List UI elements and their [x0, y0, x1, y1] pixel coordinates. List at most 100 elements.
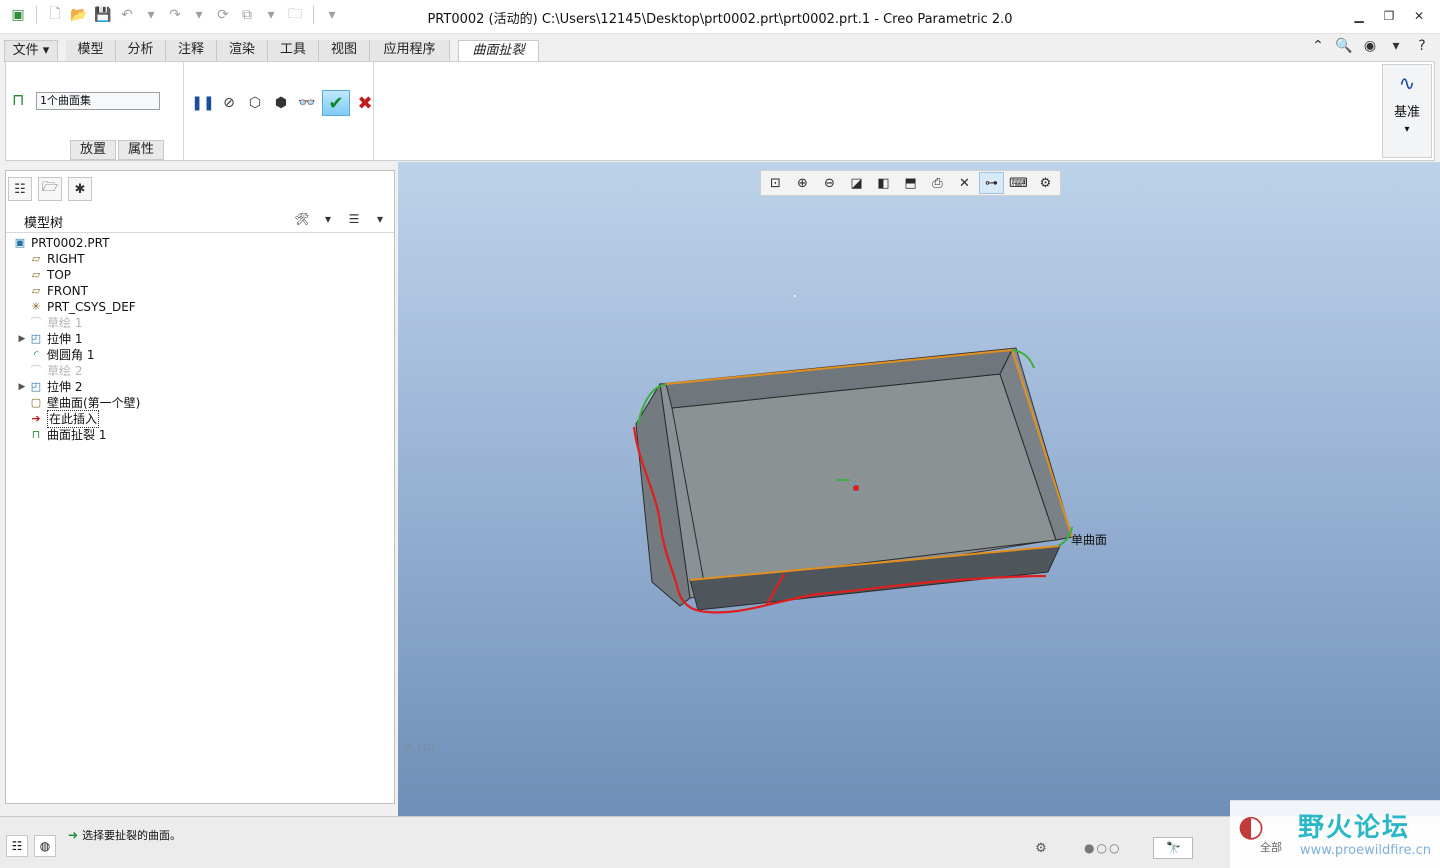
subtab-placement[interactable]: 放置 [70, 140, 116, 160]
tree-node-top[interactable]: ▱ TOP [12, 267, 392, 283]
tree-settings-dropdown-icon[interactable]: ▾ [318, 210, 338, 228]
sketch-icon: ⌒ [30, 364, 42, 377]
title-bar: ▣ 🗋 📂 💾 ↶ ▾ ↷ ▾ ⟳ ⧉ ▾ 🗀 ▾ PRT0002 (活动的) … [0, 0, 1440, 34]
model-tree-header: 模型树 🛠 ▾ ☰ ▾ [6, 207, 394, 233]
tree-node-label: PRT0002.PRT [31, 236, 110, 250]
tree-node-right[interactable]: ▱ RIGHT [12, 251, 392, 267]
tab-analysis[interactable]: 分析 [116, 40, 166, 62]
regen-status-icon[interactable]: ⚙ [1030, 838, 1052, 858]
tree-node-insert-here[interactable]: ➔ 在此插入 [12, 410, 392, 428]
model-geometry[interactable] [398, 162, 1440, 816]
tree-node-round-1[interactable]: ◜ 倒圆角 1 [12, 347, 392, 363]
tab-file[interactable]: 文件 ▾ [4, 40, 58, 62]
status-bar: ☷ ◍ ➜ 选择要扯裂的曲面。 ⚙ ●○○ 🔭 [0, 816, 1440, 868]
community-icon[interactable]: ◉ [1360, 36, 1380, 56]
coordinate-system-icon: ✳ [31, 300, 41, 313]
attached-preview-icon[interactable]: ⬡ [244, 92, 266, 114]
tree-node-label: 拉伸 1 [47, 332, 83, 346]
extrude-icon: ◰ [30, 380, 42, 393]
tree-settings-icon[interactable]: 🛠 [292, 210, 312, 228]
status-left-tools: ☷ ◍ [6, 835, 56, 857]
filter-label: 全部 [1260, 841, 1282, 854]
message-area: ➜ 选择要扯裂的曲面。 [68, 827, 181, 843]
round-icon: ◜ [33, 348, 39, 361]
tree-node-sketch-2[interactable]: ⌒ 草绘 2 [12, 363, 392, 379]
references-group: ⊓ 1个曲面集 放置 属性 [6, 62, 184, 160]
tree-node-sketch-1[interactable]: ⌒ 草绘 1 [12, 315, 392, 331]
datum-button[interactable]: ∿ 基准 ▾ [1382, 64, 1432, 158]
pause-icon[interactable]: ❚❚ [191, 92, 214, 114]
wall-surface-icon: ▢ [30, 396, 42, 409]
find-binoculars-icon[interactable]: 🔭 [1153, 837, 1194, 859]
tab-annotate[interactable]: 注释 [166, 40, 217, 62]
tree-node-label: 壁曲面(第一个壁) [47, 396, 141, 410]
subtab-properties[interactable]: 属性 [118, 140, 164, 160]
forum-url: www.proewildfire.cn [1300, 843, 1431, 858]
tab-model[interactable]: 模型 [66, 40, 116, 62]
tree-columns-dropdown-icon[interactable]: ▾ [370, 210, 390, 228]
tree-node-label: TOP [47, 268, 72, 282]
tree-node-csys[interactable]: ✳ PRT_CSYS_DEF [12, 299, 392, 315]
tree-node-label: 曲面扯裂 1 [47, 428, 107, 442]
model-tree: ▣ PRT0002.PRT ▱ RIGHT ▱ TOP ▱ FRONT ✳ PRT_CSY… [12, 235, 392, 443]
detached-preview-icon[interactable]: ⬢ [270, 92, 292, 114]
dashboard-tools: ❚❚ ⊘ ⬡ ⬢ 👓 ✔ ✖ [191, 90, 376, 116]
tree-node-label: 草绘 1 [47, 316, 83, 330]
search-icon[interactable]: 🔍 [1334, 36, 1354, 56]
collapse-ribbon-icon[interactable]: ⌃ [1308, 36, 1328, 56]
insert-arrow-icon: ➔ [31, 412, 41, 425]
tree-node-label: 在此插入 [47, 410, 100, 428]
window-title: PRT0002 (活动的) C:\Users\12145\Desktop\prt… [427, 12, 1013, 27]
control-group: ❚❚ ⊘ ⬡ ⬢ 👓 ✔ ✖ [184, 62, 374, 160]
tab-tools[interactable]: 工具 [268, 40, 319, 62]
tab-view[interactable]: 视图 [319, 40, 370, 62]
navigator-toggle-icon[interactable]: ☷ [6, 835, 28, 857]
datum-dropdown-icon[interactable]: ▾ [1383, 124, 1431, 135]
surface-collector-icon: ⊓ [12, 90, 25, 109]
tree-node-front[interactable]: ▱ FRONT [12, 283, 392, 299]
tree-columns-icon[interactable]: ☰ [344, 210, 364, 228]
window-controls: ▁ ❐ ✕ [1348, 6, 1430, 26]
graphics-viewport[interactable]: ⊡ ⊕ ⊖ ◪ ◧ ⬒ ⎙ ✕ ⊶ ⌨ ⚙ 单曲面 选 FRT [398, 162, 1440, 816]
spin-center-dot [794, 295, 796, 297]
datum-plane-icon: ▱ [31, 284, 41, 297]
tab-applications[interactable]: 应用程序 [370, 40, 450, 62]
checkmark-icon[interactable]: ✔ [322, 90, 350, 116]
status-message: 选择要扯裂的曲面。 [82, 829, 182, 842]
tree-node-label: RIGHT [47, 252, 85, 266]
tree-node-label: 拉伸 2 [47, 380, 83, 394]
verify-preview-icon[interactable]: 👓 [296, 92, 318, 114]
tree-node-surface-rip[interactable]: ⊓ 曲面扯裂 1 [12, 427, 392, 443]
restore-icon[interactable]: ❐ [1378, 6, 1400, 26]
part-icon: ▣ [14, 236, 26, 249]
no-preview-icon[interactable]: ⊘ [218, 92, 240, 114]
favorites-tab-icon[interactable]: ✱ [68, 177, 92, 201]
surface-rip-icon: ⊓ [31, 428, 41, 441]
tab-render[interactable]: 渲染 [217, 40, 268, 62]
community-dropdown-icon[interactable]: ▾ [1386, 36, 1406, 56]
tree-node-label: PRT_CSYS_DEF [47, 300, 136, 314]
tree-node-part[interactable]: ▣ PRT0002.PRT [12, 235, 392, 251]
model-tree-tab-icon[interactable]: ☷ [8, 177, 32, 201]
expand-icon[interactable]: ▶ [16, 379, 28, 395]
expand-icon[interactable]: ▶ [16, 331, 28, 347]
close-window-icon[interactable]: ✕ [1408, 6, 1430, 26]
extrude-icon: ◰ [30, 332, 42, 345]
datum-label: 基准 [1393, 105, 1420, 120]
tree-node-wall-surface[interactable]: ▢ 壁曲面(第一个壁) [12, 395, 392, 411]
surface-tooltip-label: 单曲面 [1071, 533, 1108, 547]
surface-set-collector[interactable]: 1个曲面集 [36, 92, 160, 110]
help-area: ⌃ 🔍 ◉ ▾ ? [1308, 36, 1432, 56]
navigator-tabs: ☷ 🗁 ✱ [8, 177, 92, 201]
browser-toggle-icon[interactable]: ◍ [34, 835, 56, 857]
navigator-panel: ☷ 🗁 ✱ 模型树 🛠 ▾ ☰ ▾ ▣ PRT0002.PRT ▱ RIGHT ▱ T… [5, 170, 395, 804]
status-right-tools: ⚙ ●○○ 🔭 [1030, 837, 1194, 859]
folder-browser-tab-icon[interactable]: 🗁 [38, 177, 62, 201]
close-x-icon[interactable]: ✖ [354, 92, 376, 114]
tab-surface-rip[interactable]: 曲面扯裂 [458, 40, 539, 62]
minimize-icon[interactable]: ▁ [1348, 6, 1370, 26]
tree-node-extrude-1[interactable]: ▶ ◰ 拉伸 1 [12, 331, 392, 347]
help-icon[interactable]: ? [1412, 36, 1432, 56]
model-tree-tools: 🛠 ▾ ☰ ▾ [292, 210, 390, 228]
tree-node-extrude-2[interactable]: ▶ ◰ 拉伸 2 [12, 379, 392, 395]
